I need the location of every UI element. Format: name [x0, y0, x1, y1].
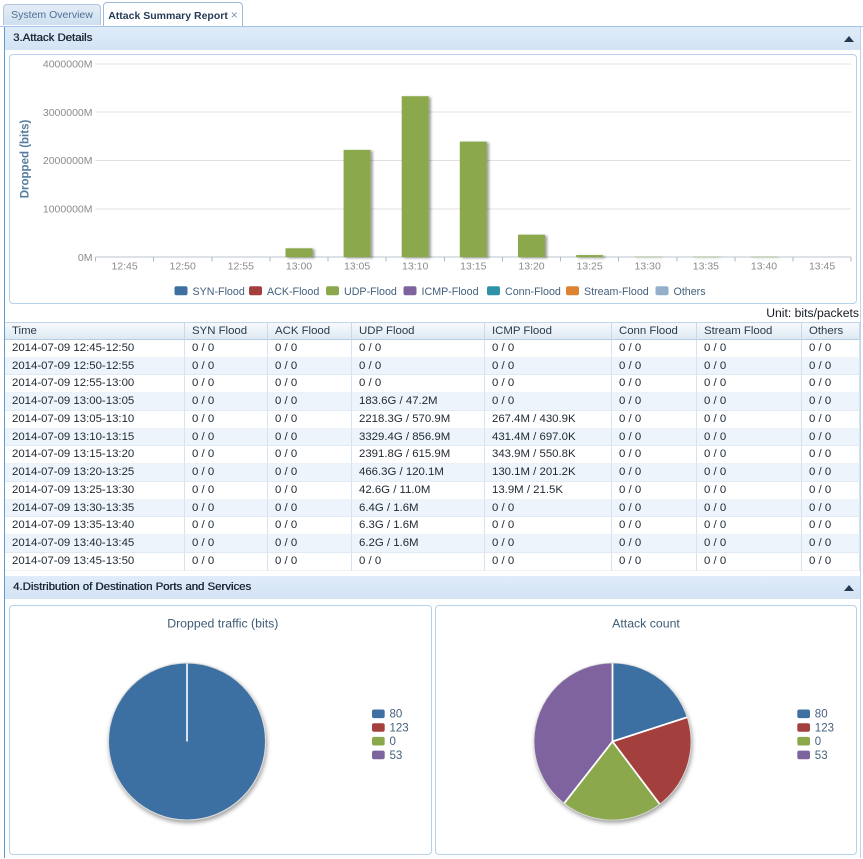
- svg-text:123: 123: [390, 722, 409, 734]
- svg-text:0: 0: [390, 736, 396, 748]
- svg-text:1000000M: 1000000M: [43, 204, 93, 216]
- svg-text:12:45: 12:45: [111, 261, 137, 273]
- svg-text:Others: Others: [674, 286, 706, 298]
- svg-text:3000000M: 3000000M: [43, 107, 93, 119]
- svg-text:Stream-Flood: Stream-Flood: [584, 286, 649, 298]
- svg-text:13:40: 13:40: [751, 261, 777, 273]
- svg-text:80: 80: [390, 709, 403, 721]
- svg-text:4000000M: 4000000M: [43, 59, 93, 71]
- svg-text:13:25: 13:25: [576, 261, 602, 273]
- svg-text:13:10: 13:10: [402, 261, 428, 273]
- svg-text:13:15: 13:15: [460, 261, 486, 273]
- svg-text:UDP-Flood: UDP-Flood: [344, 286, 397, 298]
- svg-text:13:00: 13:00: [286, 261, 312, 273]
- svg-text:Dropped traffic (bits): Dropped traffic (bits): [167, 617, 278, 631]
- svg-text:Attack count: Attack count: [612, 617, 680, 631]
- svg-text:80: 80: [815, 709, 828, 721]
- svg-text:13:45: 13:45: [809, 261, 835, 273]
- svg-text:12:50: 12:50: [170, 261, 196, 273]
- svg-text:13:05: 13:05: [344, 261, 370, 273]
- svg-text:13:35: 13:35: [693, 261, 719, 273]
- svg-text:2000000M: 2000000M: [43, 155, 93, 167]
- svg-text:13:20: 13:20: [518, 261, 544, 273]
- svg-text:0: 0: [815, 736, 821, 748]
- svg-text:53: 53: [815, 750, 828, 762]
- svg-text:Conn-Flood: Conn-Flood: [505, 286, 561, 298]
- svg-text:0M: 0M: [78, 252, 93, 264]
- svg-text:13:30: 13:30: [635, 261, 661, 273]
- svg-text:123: 123: [815, 722, 834, 734]
- svg-text:53: 53: [390, 750, 403, 762]
- svg-text:12:55: 12:55: [228, 261, 254, 273]
- svg-text:SYN-Flood: SYN-Flood: [193, 286, 245, 298]
- svg-text:ICMP-Flood: ICMP-Flood: [422, 286, 479, 298]
- svg-text:Dropped (bits): Dropped (bits): [20, 120, 32, 199]
- svg-text:ACK-Flood: ACK-Flood: [267, 286, 319, 298]
